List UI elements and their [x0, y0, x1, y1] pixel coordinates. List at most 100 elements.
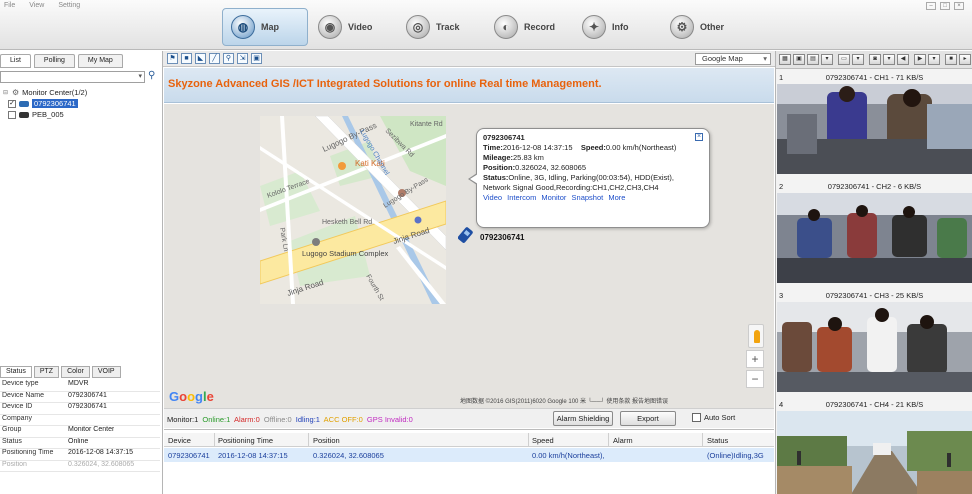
line-tool-icon[interactable]: ╱ [209, 53, 220, 64]
menu-setting[interactable]: Setting [58, 2, 80, 9]
header-alarm[interactable]: Alarm [613, 436, 633, 445]
grid-icon[interactable]: ▤ [807, 54, 819, 65]
video-channel-2[interactable]: 2 0792306741 - CH2 - 6 KB/S [777, 180, 972, 283]
channel-video-feed[interactable] [777, 193, 972, 283]
info-icon: ✦ [582, 15, 606, 39]
channel-header: 2 0792306741 - CH2 - 6 KB/S [777, 180, 972, 193]
device-search-input[interactable] [0, 71, 145, 83]
collapse-icon[interactable]: ⊟ [2, 89, 9, 96]
table-row[interactable]: 0792306741 2016-12-08 14:37:15 0.326024,… [164, 448, 774, 462]
tab-my-map[interactable]: My Map [77, 54, 123, 68]
banner: Skyzone Advanced GIS /ICT Integrated Sol… [164, 68, 774, 103]
channel-number: 1 [779, 73, 784, 82]
popup-links: Video Intercom Monitor Snapshot More [483, 193, 703, 203]
header-status[interactable]: Status [707, 436, 728, 445]
flag-tool-icon[interactable]: ⚑ [167, 53, 178, 64]
channel-video-feed[interactable] [777, 302, 972, 392]
popup-time-row: Time:2016-12-08 14:37:15 Speed:0.00 km/h… [483, 143, 703, 153]
more-link[interactable]: More [608, 193, 625, 202]
tab-video[interactable]: ◉ Video [310, 8, 396, 46]
device-checkbox[interactable]: ✓ [8, 99, 16, 108]
save-map-icon[interactable]: ▣ [251, 53, 262, 64]
maximize-icon[interactable]: □ [940, 2, 950, 10]
header-device[interactable]: Device [168, 436, 191, 445]
split-dropdown-icon[interactable]: ▾ [821, 54, 833, 65]
count-gps-invalid: GPS Invalid:0 [366, 415, 413, 424]
device-checkbox[interactable] [8, 110, 16, 119]
tab-status[interactable]: Status [0, 366, 32, 378]
tab-track-label: Track [436, 22, 460, 32]
header-position[interactable]: Position [313, 436, 340, 445]
tree-root[interactable]: ⊟ ⚙ Monitor Center(1/2) [2, 87, 160, 98]
tab-record-label: Record [524, 22, 556, 32]
close-icon[interactable]: × [954, 2, 964, 10]
tab-polling[interactable]: Polling [33, 54, 75, 68]
popup-mileage-value: 25.83 km [513, 153, 544, 162]
window-dropdown-icon[interactable]: ▾ [852, 54, 864, 65]
tab-info[interactable]: ✦ Info [574, 8, 660, 46]
tab-track[interactable]: ◎ Track [398, 8, 484, 46]
vehicle-marker-icon[interactable] [458, 224, 476, 246]
zoom-out-button[interactable]: − [746, 370, 764, 388]
device-table: Device Positioning Time Position Speed A… [164, 429, 774, 494]
channel-video-feed[interactable] [777, 411, 972, 494]
layout-icon[interactable]: ▦ [779, 54, 791, 65]
tab-voip[interactable]: VOIP [91, 366, 121, 378]
popup-position-value: 0.326024, 32.608065 [515, 163, 586, 172]
close-icon[interactable]: × [695, 133, 703, 141]
tab-list[interactable]: List [0, 54, 31, 68]
stop-all-icon[interactable]: ▣ [793, 54, 805, 65]
auto-sort-toggle[interactable]: Auto Sort [692, 413, 735, 422]
track-icon: ◎ [406, 15, 430, 39]
stop-icon[interactable]: ■ [945, 54, 957, 65]
cell-device: 0792306741 [168, 451, 210, 460]
device-tree: ⊟ ⚙ Monitor Center(1/2) ✓ 0792306741 PEB… [2, 87, 160, 120]
map-view[interactable]: Lugogo By-Pass Kitante Rd Kati Kati Lugo… [164, 104, 774, 408]
window-controls: – □ × [926, 2, 964, 10]
play-icon[interactable]: ▶ [914, 54, 926, 65]
monitor-link[interactable]: Monitor [541, 193, 566, 202]
street-view-icon[interactable] [748, 324, 764, 348]
export-button[interactable]: Export [620, 411, 676, 426]
polygon-tool-icon[interactable]: ◣ [195, 53, 206, 64]
tab-ptz[interactable]: PTZ [33, 366, 60, 378]
header-speed[interactable]: Speed [532, 436, 554, 445]
tree-device-row[interactable]: PEB_005 [2, 109, 160, 120]
tree-device-row[interactable]: ✓ 0792306741 [2, 98, 160, 109]
minimize-icon[interactable]: – [926, 2, 936, 10]
video-channel-4[interactable]: 4 0792306741 - CH4 - 21 KB/S [777, 398, 972, 494]
snapshot-link[interactable]: Snapshot [572, 193, 604, 202]
snapshot-icon[interactable]: ◙ [869, 54, 881, 65]
play-dropdown-icon[interactable]: ▾ [928, 54, 940, 65]
window-icon[interactable]: ▭ [838, 54, 850, 65]
measure-tool-icon[interactable]: ⇲ [237, 53, 248, 64]
auto-sort-checkbox[interactable] [692, 413, 701, 422]
video-link[interactable]: Video [483, 193, 502, 202]
tab-other[interactable]: ⚙ Other [662, 8, 748, 46]
header-positioning-time[interactable]: Positioning Time [218, 436, 273, 445]
device-name[interactable]: 0792306741 [32, 99, 78, 108]
tab-map[interactable]: ◍ Map [222, 8, 308, 46]
search-icon[interactable]: ⚲ [148, 70, 155, 81]
mute-icon[interactable]: ◀ [897, 54, 909, 65]
video-channel-3[interactable]: 3 0792306741 - CH3 - 25 KB/S [777, 289, 972, 392]
alarm-shielding-button[interactable]: Alarm Shielding [553, 411, 613, 426]
detail-value: 0792306741 [68, 391, 107, 399]
status-strip: Monitor:1 Online:1 Alarm:0 Offline:0 Idl… [164, 408, 774, 428]
intercom-link[interactable]: Intercom [507, 193, 536, 202]
zoom-in-button[interactable]: + [746, 350, 764, 368]
popup-position-row: Position:0.326024, 32.608065 [483, 163, 703, 173]
map-type-select[interactable]: Google Map [695, 53, 771, 65]
tab-color[interactable]: Color [61, 366, 90, 378]
video-channel-1[interactable]: 1 0792306741 - CH1 - 71 KB/S [777, 71, 972, 174]
device-name[interactable]: PEB_005 [32, 110, 64, 119]
map-search-icon[interactable]: ⚲ [223, 53, 234, 64]
left-tabs: List Polling My Map [0, 54, 123, 68]
tab-record[interactable]: ◐ Record [486, 8, 572, 46]
rectangle-tool-icon[interactable]: ■ [181, 53, 192, 64]
more-icon[interactable]: ▸ [959, 54, 971, 65]
menu-view[interactable]: View [29, 2, 44, 9]
channel-video-feed[interactable] [777, 84, 972, 174]
snapshot-dropdown-icon[interactable]: ▾ [883, 54, 895, 65]
menu-file[interactable]: File [4, 2, 15, 9]
